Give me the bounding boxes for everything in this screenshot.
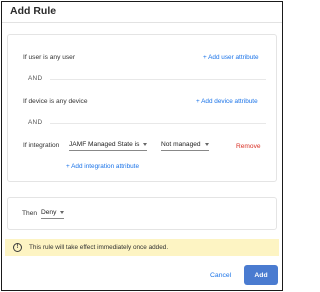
user-condition-text: If user is any user bbox=[23, 54, 76, 61]
add-button[interactable]: Add bbox=[244, 265, 278, 285]
chevron-down-icon bbox=[60, 210, 65, 214]
and-divider-2 bbox=[50, 123, 266, 124]
integration-prefix-text: If integration bbox=[23, 142, 60, 149]
device-condition-text: If device is any device bbox=[23, 98, 88, 105]
and-divider-1 bbox=[50, 79, 266, 80]
cancel-button[interactable]: Cancel bbox=[210, 272, 231, 279]
action-panel: Then Deny bbox=[7, 197, 277, 230]
chevron-down-icon bbox=[143, 142, 148, 146]
warning-text: This rule will take effect immediately o… bbox=[29, 244, 169, 251]
dialog-title: Add Rule bbox=[10, 5, 57, 17]
warning-banner: ! This rule will take effect immediately… bbox=[5, 239, 279, 256]
conditions-panel: If user is any user + Add user attribute… bbox=[7, 34, 277, 182]
exclamation-circle-icon: ! bbox=[13, 243, 22, 252]
and-label-2: AND bbox=[28, 119, 43, 126]
action-select[interactable]: Deny bbox=[41, 209, 65, 219]
header-divider bbox=[2, 22, 282, 23]
and-label-1: AND bbox=[28, 75, 43, 82]
remove-condition-button[interactable]: Remove bbox=[236, 143, 261, 150]
then-label: Then bbox=[22, 210, 38, 217]
add-integration-attribute-link[interactable]: + Add integration attribute bbox=[66, 163, 139, 170]
add-device-attribute-link[interactable]: + Add device attribute bbox=[196, 98, 258, 105]
action-value: Deny bbox=[41, 209, 57, 216]
integration-value-select[interactable]: Not managed bbox=[161, 141, 209, 151]
chevron-down-icon bbox=[204, 142, 209, 146]
add-user-attribute-link[interactable]: + Add user attribute bbox=[203, 54, 259, 61]
integration-field-select[interactable]: JAMF Managed State is bbox=[69, 141, 148, 151]
add-rule-dialog: Add Rule If user is any user + Add user … bbox=[1, 1, 283, 291]
integration-field-value: JAMF Managed State is bbox=[69, 141, 140, 148]
integration-value: Not managed bbox=[161, 141, 201, 148]
